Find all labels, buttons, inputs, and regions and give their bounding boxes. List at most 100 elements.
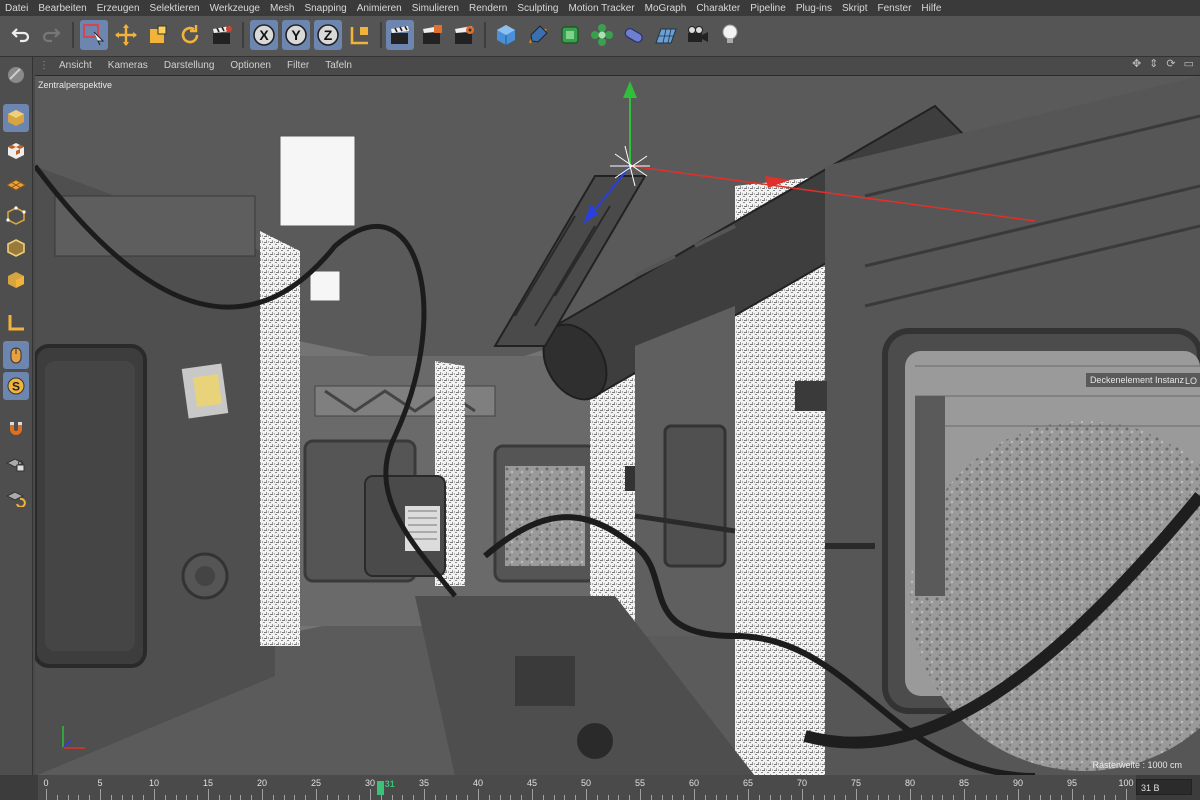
timeline-tick bbox=[769, 795, 771, 800]
viewport-menu-bar: ⋮ Ansicht Kameras Darstellung Optionen Filte… bbox=[33, 57, 1200, 73]
playhead[interactable] bbox=[376, 781, 384, 795]
axis-l-icon bbox=[8, 315, 24, 331]
planar-workplane-button[interactable] bbox=[3, 483, 29, 511]
menu-item[interactable]: Sculpting bbox=[512, 3, 563, 14]
timeline-tick bbox=[478, 789, 479, 800]
render-picture-icon bbox=[423, 25, 442, 44]
viewport-menu-item[interactable]: Filter bbox=[279, 60, 317, 71]
live-selection-button[interactable] bbox=[80, 20, 108, 50]
camera-object-button[interactable] bbox=[684, 20, 712, 50]
timeline-tick bbox=[456, 795, 458, 800]
timeline-tick bbox=[920, 795, 922, 800]
make-editable-button[interactable] bbox=[3, 61, 29, 89]
undo-button[interactable] bbox=[6, 20, 34, 50]
render-to-picture-viewer-button[interactable] bbox=[418, 20, 446, 50]
menu-item[interactable]: Snapping bbox=[299, 3, 351, 14]
workplane-mode-button[interactable] bbox=[3, 169, 29, 197]
main-toolbar: X Y Z bbox=[0, 16, 1200, 57]
menu-item[interactable]: Fenster bbox=[873, 3, 917, 14]
floor-object-button[interactable] bbox=[652, 20, 680, 50]
timeline-tick bbox=[888, 795, 890, 800]
timeline-tick bbox=[834, 795, 836, 800]
lock-workplane-button[interactable] bbox=[3, 450, 29, 478]
menu-item[interactable]: Plug-ins bbox=[791, 3, 837, 14]
rotate-tool-button[interactable] bbox=[176, 20, 204, 50]
y-axis-lock-button[interactable]: Y bbox=[282, 20, 310, 50]
scale-tool-button[interactable] bbox=[144, 20, 172, 50]
timeline-ruler[interactable]: 0 5 10 15 20 25 30 35 40 45 50 55 60 65 70 75 80 85 90 95 10… bbox=[38, 775, 1136, 800]
menu-item[interactable]: Werkzeuge bbox=[205, 3, 265, 14]
timeline-tick bbox=[521, 795, 523, 800]
tweak-mode-button[interactable] bbox=[3, 341, 29, 369]
viewport-menu-item[interactable]: Darstellung bbox=[156, 60, 223, 71]
model-mode-button[interactable] bbox=[3, 104, 29, 132]
zoom-view-icon[interactable]: ⟳ bbox=[1166, 57, 1175, 70]
viewport-menu-item[interactable]: Ansicht bbox=[51, 60, 100, 71]
coordinate-system-icon bbox=[350, 27, 368, 45]
pen-spline-button[interactable] bbox=[524, 20, 552, 50]
menu-item[interactable]: Pipeline bbox=[745, 3, 791, 14]
solo-mode-button[interactable]: S bbox=[3, 372, 29, 400]
deformer-button[interactable] bbox=[620, 20, 648, 50]
timeline-tick bbox=[348, 795, 350, 800]
timeline-tick bbox=[305, 795, 307, 800]
timeline-tick-label: 45 bbox=[526, 778, 538, 788]
subdivision-surface-button[interactable] bbox=[556, 20, 584, 50]
timeline-tick bbox=[823, 795, 825, 800]
menu-item[interactable]: Hilfe bbox=[916, 3, 946, 14]
menu-item[interactable]: Animieren bbox=[352, 3, 407, 14]
render-settings-button[interactable] bbox=[450, 20, 478, 50]
menu-item[interactable]: Charakter bbox=[691, 3, 745, 14]
menu-item[interactable]: Bearbeiten bbox=[33, 3, 91, 14]
menu-item[interactable]: Rendern bbox=[464, 3, 512, 14]
coordinate-system-button[interactable] bbox=[346, 20, 374, 50]
timeline-tick bbox=[672, 795, 674, 800]
texture-mode-button[interactable] bbox=[3, 137, 29, 165]
render-view-button[interactable] bbox=[386, 20, 414, 50]
viewport-menu-item[interactable]: Tafeln bbox=[317, 60, 360, 71]
menu-item[interactable]: Erzeugen bbox=[92, 3, 145, 14]
z-axis-lock-button[interactable]: Z bbox=[314, 20, 342, 50]
redo-button[interactable] bbox=[38, 20, 66, 50]
timeline-tick bbox=[424, 789, 425, 800]
polygons-mode-button[interactable] bbox=[3, 266, 29, 294]
timeline-tick bbox=[510, 795, 512, 800]
menu-item[interactable]: Mesh bbox=[265, 3, 299, 14]
locked-grid-icon bbox=[6, 458, 25, 472]
menu-item[interactable]: Datei bbox=[0, 3, 33, 14]
tooltip-tag: LO bbox=[1184, 376, 1197, 386]
timeline-tick bbox=[953, 795, 955, 800]
timeline-tick bbox=[1126, 789, 1127, 800]
timeline-tick bbox=[1061, 795, 1063, 800]
timeline-tick bbox=[737, 795, 739, 800]
viewport-menu-item[interactable]: Optionen bbox=[222, 60, 279, 71]
axis-mode-button[interactable] bbox=[3, 308, 29, 336]
menu-item[interactable]: Simulieren bbox=[407, 3, 464, 14]
timeline-tick bbox=[467, 795, 469, 800]
svg-text:X: X bbox=[259, 27, 269, 43]
points-mode-button[interactable] bbox=[3, 202, 29, 230]
end-frame-field[interactable]: 31 B bbox=[1136, 779, 1192, 795]
menu-item[interactable]: Skript bbox=[837, 3, 873, 14]
recent-tool-button[interactable] bbox=[208, 20, 236, 50]
viewport-menu-item[interactable]: Kameras bbox=[100, 60, 156, 71]
cube-icon bbox=[497, 25, 515, 45]
timeline-tick-label: 95 bbox=[1066, 778, 1078, 788]
timeline-tick bbox=[845, 795, 847, 800]
cloner-button[interactable] bbox=[588, 20, 616, 50]
menu-item[interactable]: Motion Tracker bbox=[563, 3, 639, 14]
rotate-view-icon[interactable]: ⇕ bbox=[1149, 57, 1158, 70]
light-object-button[interactable] bbox=[716, 20, 744, 50]
toggle-view-icon[interactable]: ▭ bbox=[1184, 57, 1194, 70]
timeline-tick bbox=[1050, 795, 1052, 800]
timeline-tick bbox=[1028, 795, 1030, 800]
cube-object-button[interactable] bbox=[492, 20, 520, 50]
x-axis-lock-button[interactable]: X bbox=[250, 20, 278, 50]
3d-viewport[interactable]: Zentralperspektive Deckenelement Instanz… bbox=[35, 75, 1200, 776]
menu-item[interactable]: Selektieren bbox=[145, 3, 205, 14]
move-view-icon[interactable]: ✥ bbox=[1132, 57, 1141, 70]
edges-mode-button[interactable] bbox=[3, 234, 29, 262]
move-tool-button[interactable] bbox=[112, 20, 140, 50]
menu-item[interactable]: MoGraph bbox=[640, 3, 692, 14]
snapping-button[interactable] bbox=[3, 414, 29, 442]
